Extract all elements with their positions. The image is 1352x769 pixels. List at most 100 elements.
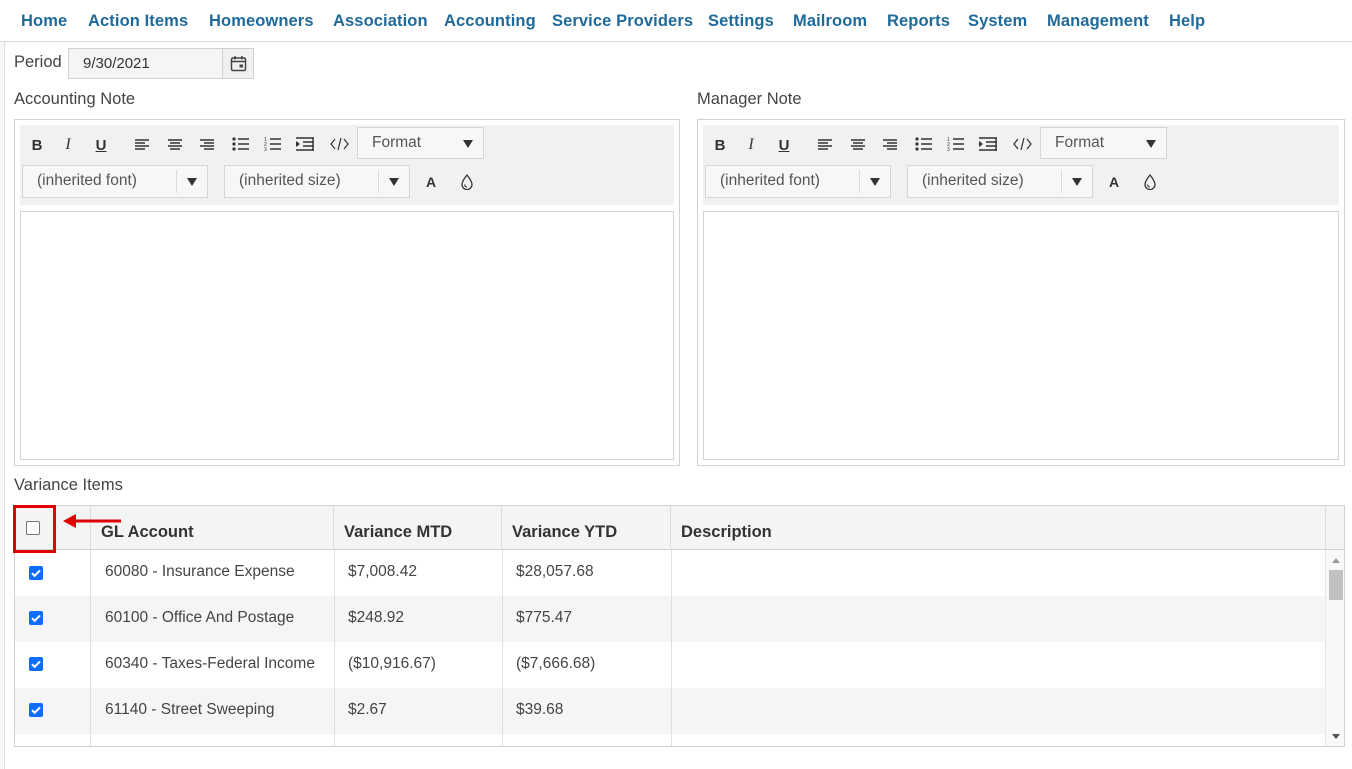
calendar-button[interactable] <box>222 49 253 78</box>
cell-description[interactable] <box>671 550 685 596</box>
view-html-button[interactable] <box>328 134 350 154</box>
nav-management[interactable]: Management <box>1047 12 1149 31</box>
chevron-down-icon <box>463 140 473 148</box>
background-color-button[interactable] <box>457 171 477 193</box>
manager-note-content[interactable] <box>703 211 1339 460</box>
align-left-icon <box>135 139 149 150</box>
period-input[interactable] <box>69 49 223 78</box>
bullet-list-icon <box>914 137 932 151</box>
align-left-icon <box>818 139 832 150</box>
align-center-icon <box>851 139 865 150</box>
row-checkbox[interactable] <box>29 611 43 625</box>
nav-reports[interactable]: Reports <box>887 12 950 31</box>
bold-button[interactable]: B <box>27 134 47 156</box>
nav-accounting[interactable]: Accounting <box>444 12 536 31</box>
table-row[interactable]: 61140 - Street Sweeping $2.67 $39.68 <box>15 688 1325 734</box>
row-checkbox[interactable] <box>29 703 43 717</box>
view-html-button[interactable] <box>1011 134 1033 154</box>
dropdown-divider <box>378 170 379 193</box>
font-color-button[interactable]: A <box>422 171 442 193</box>
size-dropdown[interactable]: (inherited size) <box>224 165 410 198</box>
font-dropdown[interactable]: (inherited font) <box>705 165 891 198</box>
align-center-button[interactable] <box>166 135 184 155</box>
size-dropdown-label: (inherited size) <box>239 172 341 189</box>
cell-description[interactable] <box>671 596 685 642</box>
align-right-button[interactable] <box>198 135 216 155</box>
underline-icon: U <box>95 136 107 154</box>
chevron-down-icon <box>1146 140 1156 148</box>
paint-drop-icon <box>1144 174 1156 190</box>
column-divider <box>90 550 91 746</box>
row-checkbox[interactable] <box>29 566 43 580</box>
select-all-checkbox[interactable] <box>26 521 40 535</box>
bullet-list-button[interactable] <box>230 134 250 154</box>
bullet-list-button[interactable] <box>913 134 933 154</box>
underline-button[interactable]: U <box>774 134 794 156</box>
italic-button[interactable]: I <box>741 134 761 156</box>
scroll-down-icon[interactable] <box>1332 734 1340 739</box>
nav-service-providers[interactable]: Service Providers <box>552 12 693 31</box>
underline-button[interactable]: U <box>91 134 111 156</box>
dropdown-divider <box>176 170 177 193</box>
arrow-left-icon <box>63 514 121 528</box>
grid-scrollbar[interactable] <box>1325 550 1344 746</box>
format-dropdown[interactable]: Format <box>357 127 484 159</box>
variance-grid: GL Account Variance MTD Variance YTD Des… <box>14 505 1345 747</box>
nav-home[interactable]: Home <box>21 12 67 31</box>
nav-homeowners[interactable]: Homeowners <box>209 12 314 31</box>
numbered-list-icon: 123 <box>264 137 281 152</box>
header-variance-mtd[interactable]: Variance MTD <box>334 506 502 550</box>
table-row[interactable]: 60080 - Insurance Expense $7,008.42 $28,… <box>15 550 1325 596</box>
cell-variance-ytd: $775.47 <box>516 609 573 626</box>
nav-help[interactable]: Help <box>1169 12 1205 31</box>
align-right-button[interactable] <box>881 135 899 155</box>
column-divider <box>671 550 672 746</box>
accounting-note-toolbar: B I U 123 Format (inherited font) (inher… <box>20 125 674 205</box>
italic-icon: I <box>65 136 71 153</box>
nav-mailroom[interactable]: Mailroom <box>793 12 867 31</box>
cell-gl-account: 61140 - Street Sweeping <box>105 701 275 718</box>
font-color-button[interactable]: A <box>1105 171 1125 193</box>
font-dropdown[interactable]: (inherited font) <box>22 165 208 198</box>
column-divider <box>334 550 335 746</box>
scroll-up-icon[interactable] <box>1332 558 1340 563</box>
check-icon <box>31 569 41 578</box>
align-left-button[interactable] <box>816 135 834 155</box>
header-variance-ytd[interactable]: Variance YTD <box>502 506 671 550</box>
cell-variance-mtd: $248.92 <box>348 609 405 626</box>
svg-text:3: 3 <box>947 147 950 152</box>
check-icon <box>31 660 41 669</box>
check-icon <box>31 706 41 715</box>
table-row[interactable]: 60340 - Taxes-Federal Income ($10,916.67… <box>15 642 1325 688</box>
accounting-note-label: Accounting Note <box>14 90 136 108</box>
format-dropdown[interactable]: Format <box>1040 127 1167 159</box>
scroll-thumb[interactable] <box>1329 570 1343 600</box>
align-center-button[interactable] <box>849 135 867 155</box>
column-divider <box>502 550 503 746</box>
indent-button[interactable] <box>978 134 998 154</box>
header-gl-account[interactable]: GL Account <box>91 506 334 550</box>
nav-action-items[interactable]: Action Items <box>88 12 188 31</box>
header-description[interactable]: Description <box>671 506 1325 550</box>
background-color-button[interactable] <box>1140 171 1160 193</box>
cell-description[interactable] <box>671 688 685 734</box>
nav-settings[interactable]: Settings <box>708 12 774 31</box>
align-left-button[interactable] <box>133 135 151 155</box>
accounting-note-content[interactable] <box>20 211 674 460</box>
row-checkbox[interactable] <box>29 657 43 671</box>
numbered-list-button[interactable]: 123 <box>262 134 282 154</box>
format-dropdown-label: Format <box>1055 134 1105 151</box>
cell-description[interactable] <box>671 642 685 688</box>
bullet-list-icon <box>231 137 249 151</box>
nav-association[interactable]: Association <box>333 12 428 31</box>
numbered-list-button[interactable]: 123 <box>945 134 965 154</box>
font-dropdown-label: (inherited font) <box>37 172 137 189</box>
cell-variance-mtd: $7,008.42 <box>348 563 417 580</box>
italic-button[interactable]: I <box>58 134 78 156</box>
nav-system[interactable]: System <box>968 12 1027 31</box>
indent-button[interactable] <box>295 134 315 154</box>
bold-button[interactable]: B <box>710 134 730 156</box>
table-row[interactable]: 60100 - Office And Postage $248.92 $775.… <box>15 596 1325 642</box>
top-nav: Home Action Items Homeowners Association… <box>0 0 1352 42</box>
size-dropdown[interactable]: (inherited size) <box>907 165 1093 198</box>
